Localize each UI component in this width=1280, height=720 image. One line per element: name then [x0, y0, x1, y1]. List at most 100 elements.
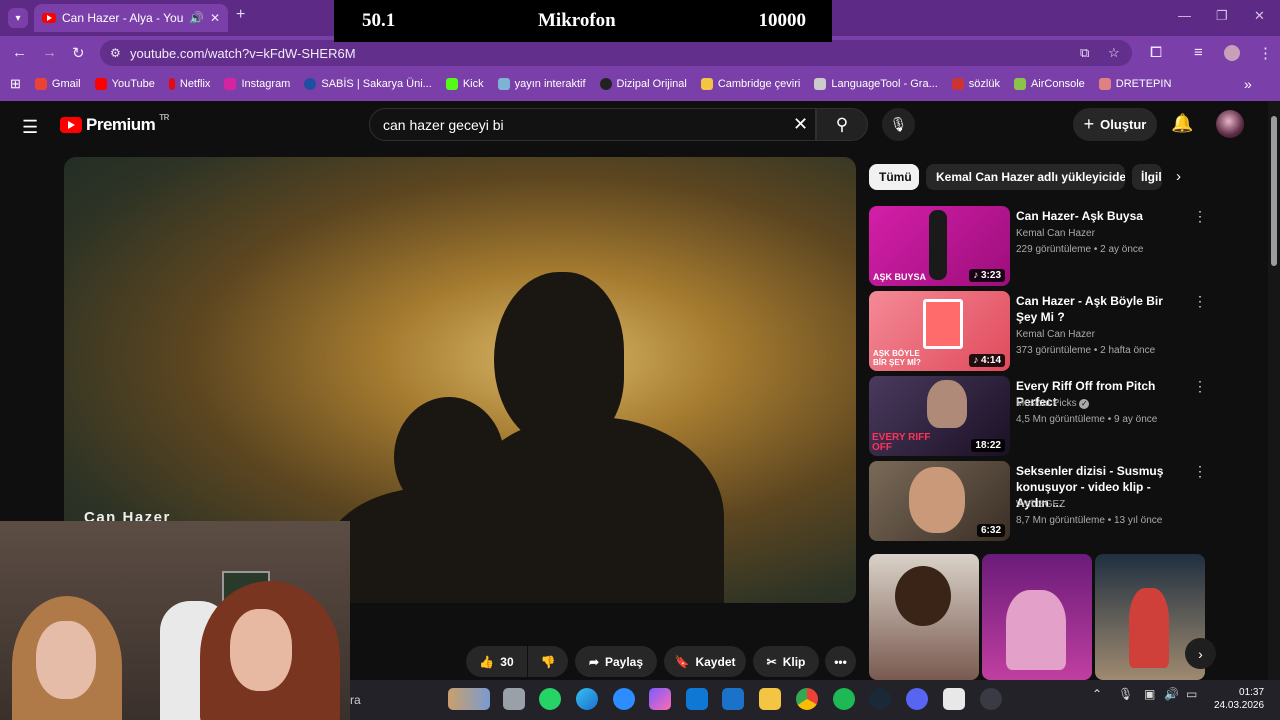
rec-channel[interactable]: Kemal Can Hazer — [1016, 228, 1095, 239]
discord-icon[interactable] — [906, 688, 928, 710]
restore-icon[interactable]: ❐ — [1216, 8, 1228, 24]
new-tab-icon[interactable]: + — [236, 6, 245, 24]
zoom-icon[interactable] — [613, 688, 635, 710]
whatsapp-icon[interactable] — [539, 688, 561, 710]
copilot-icon[interactable] — [649, 688, 671, 710]
notifications-bell-icon[interactable]: 🔔 — [1171, 113, 1193, 134]
rec-channel[interactable]: WebteGEZ — [1016, 499, 1065, 510]
more-bookmarks-icon[interactable]: » — [1244, 76, 1252, 92]
chips-next-icon[interactable]: › — [1176, 168, 1181, 185]
browser-tab-active[interactable]: Can Hazer - Alya - YouTube 🔊 ✕ — [34, 4, 228, 32]
chrome-icon[interactable] — [796, 688, 818, 710]
bookmark-languagetool[interactable]: LanguageTool - Gra... — [814, 78, 938, 90]
shorts-thumbnail[interactable] — [869, 554, 979, 680]
rec-title[interactable]: Can Hazer - Aşk Böyle Bir Şey Mi ? — [1016, 293, 1186, 325]
file-explorer-icon[interactable] — [759, 688, 781, 710]
duration-badge: 18:22 — [971, 439, 1005, 452]
save-button[interactable]: 🔖 Kaydet — [664, 646, 746, 677]
voice-search-button[interactable]: 🎙 — [882, 108, 915, 141]
chip-all[interactable]: Tümü — [869, 164, 919, 190]
menu-hamburger-icon[interactable]: ☰ — [22, 117, 38, 138]
bookmark-dizipal[interactable]: Dizipal Orijinal — [599, 78, 687, 90]
bookmark-netflix[interactable]: Netflix — [168, 78, 210, 90]
chip-related[interactable]: İlgili — [1132, 164, 1162, 190]
tab-close-icon[interactable]: ✕ — [210, 11, 220, 25]
notepad-icon[interactable] — [943, 688, 965, 710]
window-close-icon[interactable]: ✕ — [1254, 8, 1265, 24]
rec-channel[interactable]: Musical Picks ✓ — [1016, 398, 1090, 409]
bookmark-star-icon[interactable]: ☆ — [1108, 45, 1120, 61]
reload-icon[interactable]: ↻ — [72, 44, 85, 62]
system-clock[interactable]: 01:37 24.03.2026 — [1214, 686, 1264, 712]
account-avatar[interactable] — [1216, 110, 1244, 138]
more-vert-icon[interactable]: ⋮ — [1193, 463, 1207, 480]
obs-icon[interactable] — [980, 688, 1002, 710]
like-button[interactable]: 👍 30 — [466, 646, 527, 677]
recommendation-item[interactable]: AŞK BUYSA ♪ 3:23 Can Hazer- Aşk Buysa Ke… — [869, 206, 1249, 286]
scrollbar-thumb[interactable] — [1271, 116, 1277, 266]
back-icon[interactable]: ← — [12, 44, 27, 61]
browser-menu-icon[interactable]: ⋮ — [1258, 44, 1273, 62]
shorts-next-button[interactable]: › — [1185, 638, 1216, 669]
video-thumbnail[interactable]: AŞK BÖYLE BİR ŞEY Mİ? ♪ 4:14 — [869, 291, 1010, 371]
video-thumbnail[interactable]: 6:32 — [869, 461, 1010, 541]
chip-uploader[interactable]: Kemal Can Hazer adlı yükleyiciden — [926, 164, 1125, 190]
tray-network-icon[interactable]: ▣ — [1144, 687, 1155, 701]
outlook-icon[interactable] — [722, 688, 744, 710]
media-controls-icon[interactable]: ≡ — [1194, 44, 1203, 61]
more-vert-icon[interactable]: ⋮ — [1193, 293, 1207, 310]
recommendation-item[interactable]: AŞK BÖYLE BİR ŞEY Mİ? ♪ 4:14 Can Hazer -… — [869, 291, 1249, 371]
profile-avatar[interactable] — [1224, 45, 1240, 61]
steam-icon[interactable] — [869, 688, 891, 710]
tray-overflow-icon[interactable]: ⌃ — [1092, 687, 1102, 701]
youtube-premium-logo[interactable]: Premium TR — [60, 113, 169, 135]
task-view-icon[interactable] — [503, 688, 525, 710]
search-highlight-image[interactable] — [448, 688, 490, 710]
cast-icon[interactable]: ⧉ — [1080, 45, 1089, 61]
taskbar-search-text[interactable]: ra — [350, 693, 361, 707]
bookmark-dretepin[interactable]: DRETEPIN — [1098, 78, 1171, 90]
rec-title[interactable]: Can Hazer- Aşk Buysa — [1016, 208, 1186, 224]
recommendation-item[interactable]: EVERY RIFF OFF 18:22 Every Riff Off from… — [869, 376, 1249, 456]
search-button[interactable]: ⚲ — [816, 108, 868, 141]
tray-volume-icon[interactable]: 🔊 — [1164, 687, 1179, 701]
edge-icon[interactable] — [576, 688, 598, 710]
shorts-thumbnail[interactable] — [982, 554, 1092, 680]
bookmark-airconsole[interactable]: AirConsole — [1013, 78, 1085, 90]
more-vert-icon[interactable]: ⋮ — [1193, 208, 1207, 225]
minimize-icon[interactable]: — — [1178, 8, 1191, 23]
search-input[interactable]: can hazer geceyi bi — [369, 108, 816, 141]
apps-grid-icon[interactable]: ⊞ — [10, 76, 21, 92]
tray-mic-icon[interactable]: 🎙 — [1118, 687, 1133, 701]
bookmark-sozluk[interactable]: sözlük — [951, 78, 1000, 90]
video-thumbnail[interactable]: AŞK BUYSA ♪ 3:23 — [869, 206, 1010, 286]
clear-search-icon[interactable]: ✕ — [793, 114, 808, 135]
rec-channel[interactable]: Kemal Can Hazer — [1016, 329, 1095, 340]
bookmark-instagram[interactable]: Instagram — [224, 78, 290, 90]
site-info-icon[interactable]: ⚙ — [110, 46, 121, 60]
clip-button[interactable]: ✂ Klip — [753, 646, 819, 677]
bookmark-cambridge[interactable]: Cambridge çeviri — [700, 78, 800, 90]
bookmark-yayin-interaktif[interactable]: yayın interaktif — [497, 78, 586, 90]
share-button[interactable]: ➦ Paylaş — [575, 646, 657, 677]
more-vert-icon[interactable]: ⋮ — [1193, 378, 1207, 395]
clock-date: 24.03.2026 — [1214, 700, 1265, 711]
spotify-icon[interactable] — [833, 688, 855, 710]
bookmark-youtube[interactable]: YouTube — [94, 78, 155, 90]
video-thumbnail[interactable]: EVERY RIFF OFF 18:22 — [869, 376, 1010, 456]
audio-playing-icon[interactable]: 🔊 — [189, 11, 204, 25]
extensions-icon[interactable]: ⧠ — [1150, 44, 1162, 61]
store-icon[interactable] — [686, 688, 708, 710]
bookmark-sabis[interactable]: SABİS | Sakarya Üni... — [304, 78, 432, 90]
tray-battery-icon[interactable]: ▭ — [1186, 687, 1197, 701]
create-button[interactable]: + Oluştur — [1073, 108, 1157, 141]
forward-icon[interactable]: → — [42, 44, 57, 61]
address-bar[interactable]: ⚙ youtube.com/watch?v=kFdW-SHER6M ⧉ ☆ — [100, 40, 1132, 66]
more-actions-button[interactable]: ••• — [825, 646, 856, 677]
page-scrollbar[interactable] — [1268, 101, 1280, 680]
bookmark-gmail[interactable]: Gmail — [34, 78, 81, 90]
tab-search-icon[interactable]: ▾ — [8, 8, 28, 28]
dislike-button[interactable]: 👎 — [528, 646, 568, 677]
bookmark-kick[interactable]: Kick — [445, 78, 484, 90]
recommendation-item[interactable]: 6:32 Seksenler dizisi - Susmuş konuşuyor… — [869, 461, 1249, 541]
